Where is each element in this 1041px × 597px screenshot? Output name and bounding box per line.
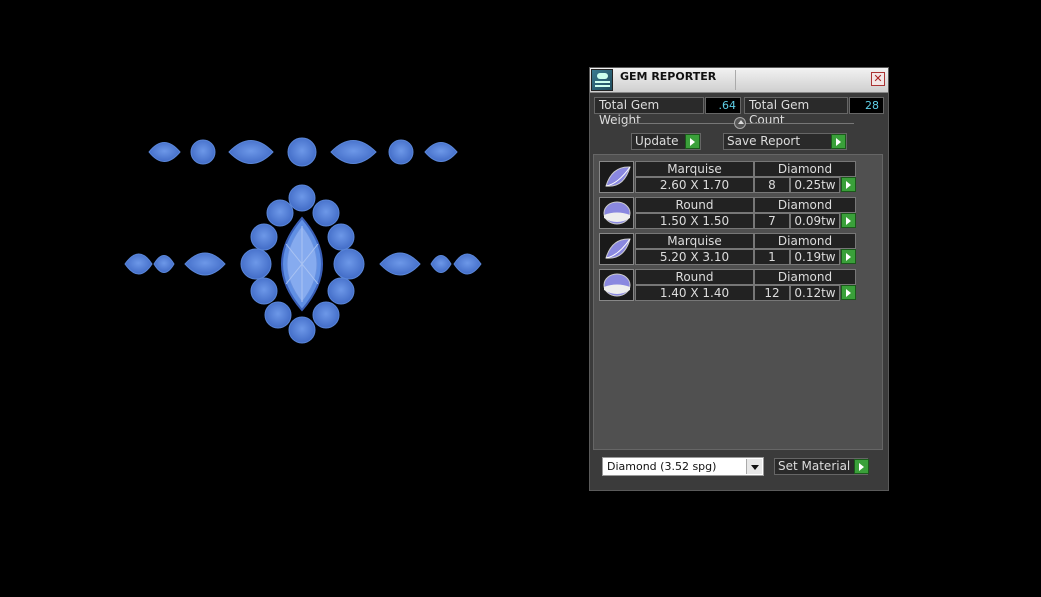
gem-row[interactable]: Round Diamond 1.40 X 1.40 12 0.12tw [599,269,859,301]
gem-list: Marquise Diamond 2.60 X 1.70 8 0.25tw Ro… [593,154,883,450]
gem-layout-render [124,137,482,344]
set-material-go-icon[interactable] [854,459,869,474]
gem-count: 8 [754,177,790,193]
update-go-icon[interactable] [685,134,700,149]
window-title: GEM REPORTER [620,70,717,83]
gem-count: 12 [754,285,790,301]
gem-shape: Round [635,269,754,285]
gem-go-icon[interactable] [841,177,856,192]
total-gem-weight-value: .64 [705,97,741,114]
gem-material: Diamond [754,161,856,177]
update-label: Update [635,134,679,148]
marquise-gem-icon [599,233,634,265]
gem-count: 1 [754,249,790,265]
title-separator [735,70,736,90]
gem-size: 1.40 X 1.40 [635,285,754,301]
gem-reporter-app-icon [591,69,613,91]
close-icon[interactable]: ✕ [871,72,885,86]
title-bar[interactable]: GEM REPORTER ✕ [590,68,888,93]
chevron-down-icon[interactable] [746,459,762,474]
gem-weight: 0.09tw [790,213,840,229]
gem-go-icon[interactable] [841,285,856,300]
total-gem-weight-label: Total Gem Weight [594,97,704,127]
gem-material: Diamond [754,233,856,249]
gem-count: 7 [754,213,790,229]
save-report-go-icon[interactable] [831,134,846,149]
gem-row[interactable]: Round Diamond 1.50 X 1.50 7 0.09tw [599,197,859,229]
gem-shape: Marquise [635,161,754,177]
gem-weight: 0.19tw [790,249,840,265]
marquise-gem-icon [599,161,634,193]
gem-weight: 0.25tw [790,177,840,193]
gem-go-icon[interactable] [841,249,856,264]
total-gem-count-label: Total Gem Count [744,97,848,127]
gem-go-icon[interactable] [841,213,856,228]
gem-size: 2.60 X 1.70 [635,177,754,193]
viewport-canvas[interactable] [0,0,585,594]
gem-shape: Marquise [635,233,754,249]
gem-material: Diamond [754,197,856,213]
gem-material: Diamond [754,269,856,285]
save-report-button[interactable]: Save Report [723,133,847,150]
collapse-knob-icon[interactable] [734,117,746,129]
round-gem-icon [599,197,634,229]
gem-row[interactable]: Marquise Diamond 2.60 X 1.70 8 0.25tw [599,161,859,193]
gem-size: 1.50 X 1.50 [635,213,754,229]
gem-row[interactable]: Marquise Diamond 5.20 X 3.10 1 0.19tw [599,233,859,265]
save-report-label: Save Report [727,134,801,148]
gem-reporter-panel: GEM REPORTER ✕ Total Gem Weight .64 Tota… [589,67,889,491]
gem-shape: Round [635,197,754,213]
material-selected-value: Diamond (3.52 spg) [607,460,717,473]
set-material-label: Set Material [778,459,851,473]
material-select[interactable]: Diamond (3.52 spg) [602,457,764,476]
gem-weight: 0.12tw [790,285,840,301]
gem-size: 5.20 X 3.10 [635,249,754,265]
total-gem-count-value: 28 [849,97,884,114]
round-gem-icon [599,269,634,301]
